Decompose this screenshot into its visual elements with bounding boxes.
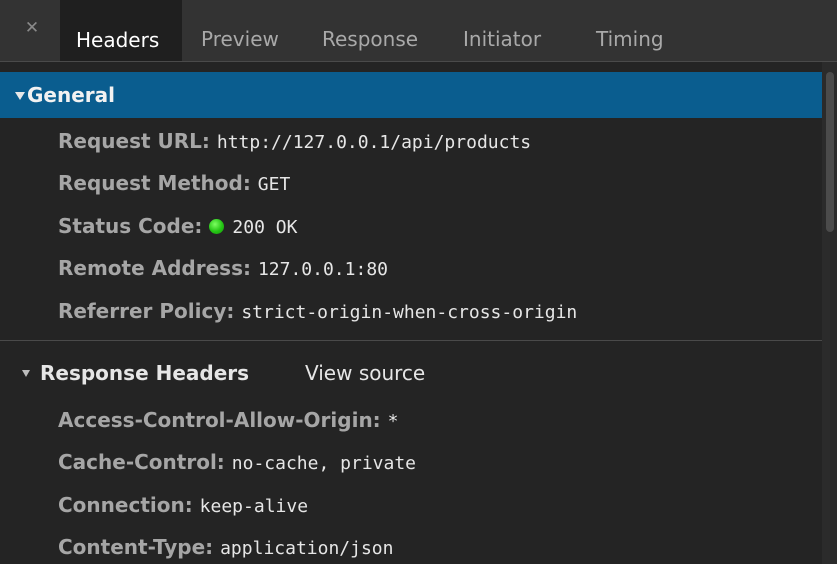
request-url-value: http://127.0.0.1/api/products [216, 132, 532, 153]
view-source-link[interactable]: View source [305, 350, 425, 396]
content-type-value: application/json [220, 538, 394, 559]
devtools-network-headers-panel: ✕ Headers Preview Response Initiator Tim… [0, 0, 837, 564]
access-control-allow-origin-key: Access-Control-Allow-Origin: [58, 408, 388, 432]
triangle-down-icon [15, 92, 25, 100]
general-row-request-url: Request URL: http://127.0.0.1/api/produc… [58, 126, 531, 156]
tab-initiator[interactable]: Initiator [463, 0, 541, 61]
general-section-header[interactable]: General [0, 72, 822, 118]
triangle-down-icon [22, 370, 30, 377]
vertical-scrollbar[interactable] [822, 62, 837, 564]
response-headers-section-title: Response Headers [40, 361, 250, 385]
cache-control-value: no-cache, private [231, 453, 417, 474]
general-section-title: General [27, 83, 115, 107]
status-ok-dot-icon [209, 219, 225, 234]
access-control-allow-origin-value: * [387, 411, 399, 432]
general-row-referrer-policy: Referrer Policy: strict-origin-when-cros… [58, 296, 577, 326]
status-code-key: Status Code: [58, 214, 210, 238]
referrer-policy-value: strict-origin-when-cross-origin [241, 302, 578, 323]
general-row-request-method: Request Method: GET [58, 168, 290, 198]
response-row-cache-control: Cache-Control: no-cache, private [58, 447, 416, 477]
tab-preview[interactable]: Preview [201, 0, 279, 61]
content-type-key: Content-Type: [58, 535, 221, 559]
cache-control-key: Cache-Control: [58, 450, 232, 474]
remote-address-key: Remote Address: [58, 256, 258, 280]
response-headers-section-header[interactable]: Response Headers View source [0, 350, 822, 396]
response-row-connection: Connection: keep-alive [58, 490, 308, 520]
request-method-key: Request Method: [58, 171, 258, 195]
tab-timing[interactable]: Timing [596, 0, 664, 61]
general-row-status-code: Status Code: 200 OK [58, 211, 297, 241]
tab-bar: ✕ Headers Preview Response Initiator Tim… [0, 0, 837, 62]
general-row-remote-address: Remote Address: 127.0.0.1:80 [58, 253, 388, 283]
connection-key: Connection: [58, 493, 200, 517]
referrer-policy-key: Referrer Policy: [58, 299, 242, 323]
section-divider [0, 340, 822, 341]
response-row-access-control-allow-origin: Access-Control-Allow-Origin: * [58, 405, 398, 435]
remote-address-value: 127.0.0.1:80 [257, 259, 388, 280]
close-icon[interactable]: ✕ [24, 20, 40, 37]
status-code-value: 200 OK [232, 217, 298, 238]
tab-headers[interactable]: Headers [60, 0, 182, 61]
connection-value: keep-alive [199, 496, 309, 517]
tab-response[interactable]: Response [322, 0, 418, 61]
request-url-key: Request URL: [58, 129, 217, 153]
response-row-content-type: Content-Type: application/json [58, 532, 393, 562]
request-method-value: GET [257, 174, 291, 195]
scrollbar-thumb[interactable] [826, 72, 834, 232]
